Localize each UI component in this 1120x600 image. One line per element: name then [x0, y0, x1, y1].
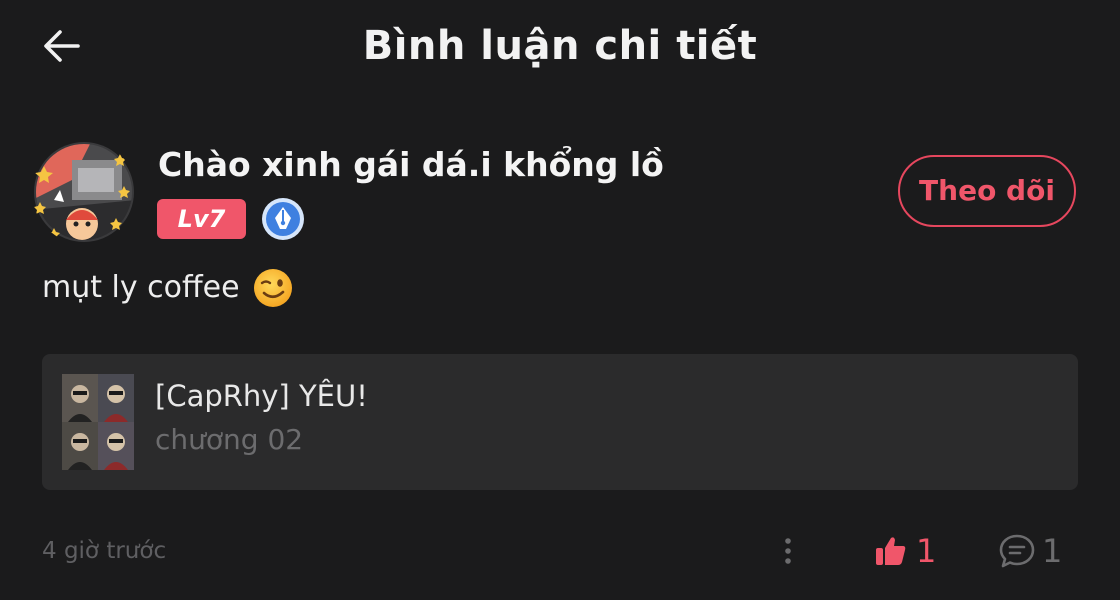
page-title: Bình luận chi tiết	[362, 23, 758, 69]
thumbs-up-icon	[876, 537, 906, 565]
follow-button[interactable]: Theo dõi	[898, 155, 1076, 227]
reply-button[interactable]: 1	[998, 528, 1062, 574]
more-options-icon[interactable]	[772, 534, 804, 568]
like-button[interactable]: 1	[874, 528, 936, 574]
comment-timestamp: 4 giờ trước	[42, 538, 167, 564]
reference-chapter: chương 02	[155, 423, 304, 456]
user-avatar[interactable]	[32, 140, 136, 244]
comment-text: mụt ly coffee	[42, 270, 240, 305]
reference-title: [CapRhy] YÊU!	[155, 379, 368, 413]
comment-text-row: mụt ly coffee	[42, 266, 294, 310]
comment-bubble-icon	[999, 534, 1035, 568]
comic-cover-thumbnail	[62, 374, 134, 470]
reply-count: 1	[1042, 532, 1063, 570]
like-count: 1	[916, 532, 937, 570]
winking-face-emoji	[253, 269, 292, 307]
pen-nib-badge-icon	[262, 198, 304, 240]
level-badge: Lv7	[157, 199, 246, 239]
chapter-reference-card[interactable]: [CapRhy] YÊU! chương 02	[42, 354, 1078, 490]
author-name[interactable]: Chào xinh gái dá.i khổng lồ	[158, 142, 664, 188]
comment-detail-screen: Bình luận chi tiết Chào xinh gái dá.i kh…	[0, 0, 1120, 600]
